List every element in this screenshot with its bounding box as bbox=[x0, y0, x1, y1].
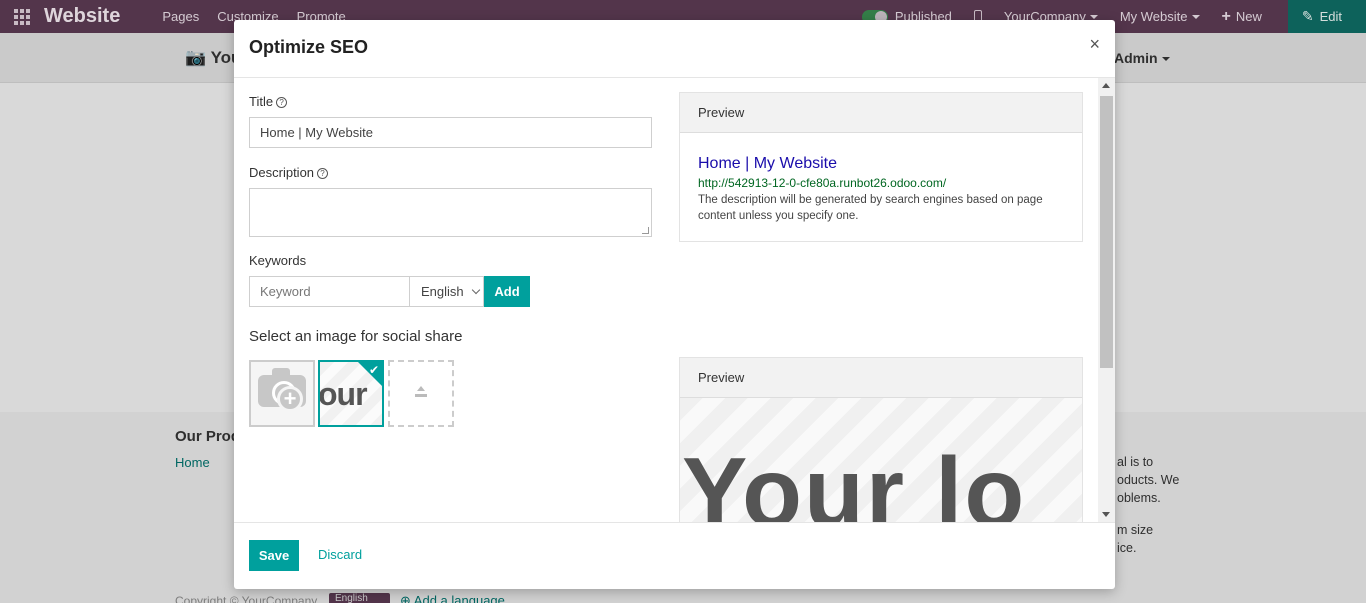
dialog-scrollbar[interactable] bbox=[1098, 78, 1115, 522]
preview-description: The description will be generated by sea… bbox=[698, 194, 1043, 222]
scroll-up-icon[interactable] bbox=[1102, 83, 1110, 88]
language-value: English bbox=[421, 284, 464, 299]
add-keyword-button[interactable]: Add bbox=[484, 276, 530, 307]
dialog-title: Optimize SEO bbox=[249, 37, 369, 57]
help-icon[interactable]: ? bbox=[317, 168, 329, 180]
search-preview: Preview Home | My Website http://542913-… bbox=[679, 92, 1083, 242]
social-preview-image: Your lo bbox=[680, 398, 1082, 522]
resize-handle[interactable] bbox=[642, 227, 649, 234]
seo-dialog: Optimize SEO × Title? Home | My Website … bbox=[234, 20, 1115, 589]
preview-url: http://542913-12-0-cfe80a.runbot26.odoo.… bbox=[698, 176, 947, 190]
scroll-down-icon[interactable] bbox=[1102, 512, 1110, 517]
upload-icon bbox=[415, 386, 427, 398]
description-textarea[interactable] bbox=[249, 188, 652, 237]
discard-button[interactable]: Discard bbox=[318, 547, 362, 562]
chevron-down-icon bbox=[471, 285, 480, 294]
add-image-thumb[interactable]: + bbox=[249, 360, 315, 427]
description-label-text: Description bbox=[249, 165, 315, 180]
social-preview-header: Preview bbox=[680, 358, 1082, 398]
title-input[interactable]: Home | My Website bbox=[249, 117, 652, 148]
help-icon[interactable]: ? bbox=[276, 97, 288, 109]
upload-image-thumb[interactable] bbox=[388, 360, 454, 427]
scroll-thumb[interactable] bbox=[1100, 96, 1113, 368]
keyword-input[interactable]: Keyword bbox=[249, 276, 410, 307]
title-label-text: Title bbox=[249, 94, 274, 109]
title-label: Title? bbox=[249, 94, 288, 109]
preview-title: Home | My Website bbox=[698, 155, 838, 172]
social-image-heading: Select an image for social share bbox=[249, 328, 463, 345]
check-icon: ✔ bbox=[368, 363, 379, 377]
close-icon[interactable]: × bbox=[1089, 34, 1100, 55]
logo-image-thumb[interactable]: our ✔ bbox=[318, 360, 384, 427]
plus-icon: + bbox=[277, 386, 303, 412]
keyword-language-select[interactable]: English bbox=[409, 276, 484, 307]
keywords-label: Keywords bbox=[249, 253, 307, 268]
description-label: Description? bbox=[249, 165, 329, 180]
social-preview: Preview Your lo bbox=[679, 357, 1083, 522]
social-preview-logo-text: Your lo bbox=[682, 437, 1027, 522]
dialog-header: Optimize SEO × bbox=[234, 20, 1115, 78]
save-button[interactable]: Save bbox=[249, 540, 299, 571]
dialog-footer: Save Discard bbox=[234, 522, 1115, 589]
preview-body: Home | My Website http://542913-12-0-cfe… bbox=[680, 133, 1082, 246]
preview-header: Preview bbox=[680, 93, 1082, 133]
dialog-body: Title? Home | My Website Description? Ke… bbox=[234, 78, 1115, 522]
